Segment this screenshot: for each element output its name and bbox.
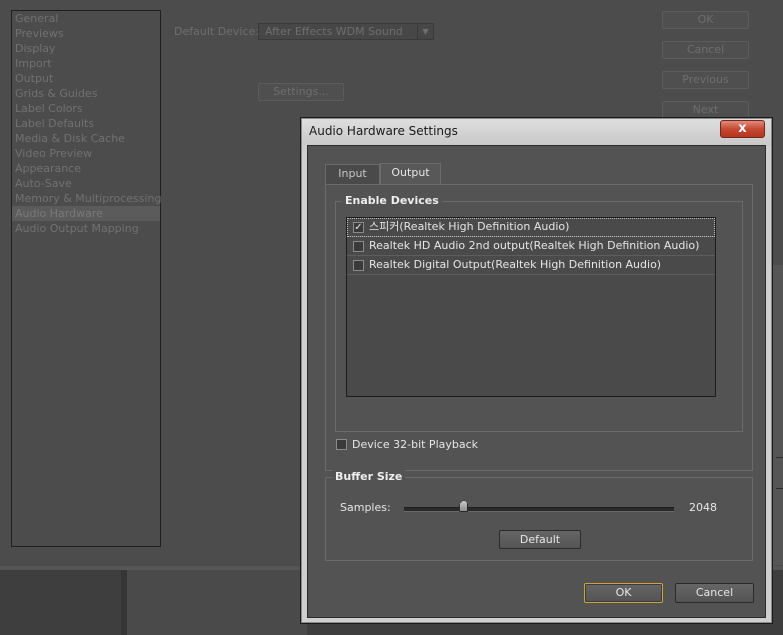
category-item[interactable]: Video Preview (12, 146, 160, 161)
default-device-value: After Effects WDM Sound (265, 25, 403, 38)
settings-button[interactable]: Settings... (258, 83, 344, 101)
output-tab-panel: Enable Devices ✓ 스피커(Realtek High Definit… (325, 184, 753, 471)
category-item[interactable]: Label Colors (12, 101, 160, 116)
samples-label: Samples: (340, 501, 391, 514)
playback-label: Device 32-bit Playback (352, 438, 479, 451)
enable-devices-group: Enable Devices ✓ 스피커(Realtek High Definit… (335, 194, 743, 432)
prefs-previous-button[interactable]: Previous (662, 71, 749, 89)
category-item[interactable]: Label Defaults (12, 116, 160, 131)
dialog-client: Input Output Enable Devices ✓ 스피커(Realtek… (307, 145, 766, 618)
chevron-down-icon: ▼ (417, 24, 433, 39)
playback-checkbox[interactable] (336, 439, 347, 450)
checkmark-icon: ✓ (354, 222, 363, 233)
category-item[interactable]: Audio Output Mapping (12, 221, 160, 236)
device-label: 스피커(Realtek High Definition Audio) (369, 220, 570, 233)
device-row[interactable]: Realtek Digital Output(Realtek High Defi… (347, 256, 715, 275)
category-item[interactable]: Appearance (12, 161, 160, 176)
category-item[interactable]: Display (12, 41, 160, 56)
category-item[interactable]: Memory & Multiprocessing (12, 191, 161, 206)
buffer-size-title: Buffer Size (332, 470, 406, 483)
device-list: ✓ 스피커(Realtek High Definition Audio) Realt… (346, 217, 716, 397)
prefs-ok-button[interactable]: OK (662, 11, 749, 29)
cancel-button[interactable]: Cancel (675, 583, 754, 603)
category-item[interactable]: General (12, 11, 160, 26)
category-item[interactable]: Previews (12, 26, 160, 41)
dialog-titlebar[interactable]: Audio Hardware Settings x (302, 119, 771, 145)
category-item[interactable]: Audio Hardware (12, 206, 160, 221)
device-label: Realtek HD Audio 2nd output(Realtek High… (369, 239, 700, 252)
close-button[interactable]: x (720, 120, 765, 138)
enable-devices-title: Enable Devices (342, 194, 442, 207)
device-row[interactable]: Realtek HD Audio 2nd output(Realtek High… (347, 237, 715, 256)
prefs-cancel-button[interactable]: Cancel (662, 41, 749, 59)
category-item[interactable]: Auto-Save (12, 176, 160, 191)
default-button[interactable]: Default (499, 530, 581, 549)
prefs-next-button[interactable]: Next (662, 101, 749, 119)
dialog-title: Audio Hardware Settings (309, 124, 458, 138)
default-device-dropdown[interactable]: After Effects WDM Sound ▼ (258, 23, 434, 40)
tab-output[interactable]: Output (380, 163, 441, 185)
device-label: Realtek Digital Output(Realtek High Defi… (369, 258, 662, 271)
samples-value: 2048 (689, 501, 717, 514)
default-device-label: Default Device: (174, 25, 260, 38)
device-row[interactable]: ✓ 스피커(Realtek High Definition Audio) (347, 218, 715, 237)
close-icon: x (738, 121, 747, 136)
samples-slider-thumb[interactable] (459, 500, 469, 512)
category-item[interactable]: Media & Disk Cache (12, 131, 160, 146)
audio-hardware-dialog: Audio Hardware Settings x Input Output E… (301, 118, 772, 623)
samples-slider-track[interactable] (404, 507, 674, 512)
category-item[interactable]: Import (12, 56, 160, 71)
tab-input[interactable]: Input (325, 164, 380, 184)
category-item[interactable]: Grids & Guides (12, 86, 160, 101)
category-item[interactable]: Output (12, 71, 160, 86)
buffer-size-group: Buffer Size Samples: 2048 Default (325, 470, 753, 561)
category-list: General Previews Display Import Output Grids … (11, 10, 161, 547)
device-checkbox[interactable] (353, 260, 364, 271)
ok-button[interactable]: OK (584, 583, 663, 603)
device-checkbox[interactable] (353, 241, 364, 252)
device-checkbox[interactable]: ✓ (353, 222, 364, 233)
